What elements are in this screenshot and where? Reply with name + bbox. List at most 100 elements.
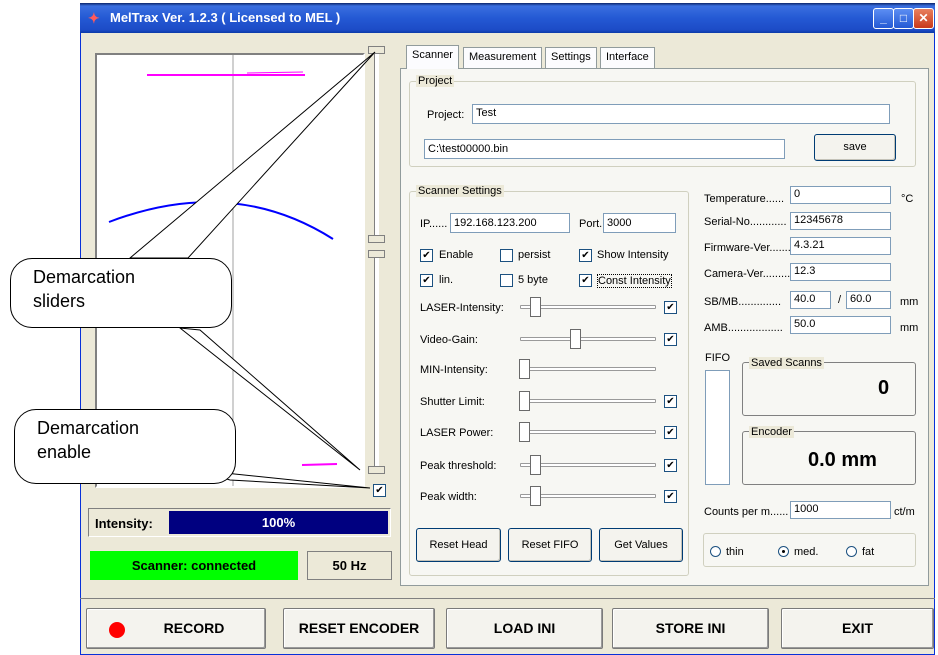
project-label: Project: xyxy=(427,109,465,121)
ip-input[interactable]: 192.168.123.200 xyxy=(450,213,570,233)
shutter-limit-checkbox[interactable] xyxy=(664,395,677,408)
record-button[interactable]: RECORD xyxy=(86,608,266,649)
five-byte-checkbox[interactable] xyxy=(500,274,513,287)
exit-button[interactable]: EXIT xyxy=(781,608,934,649)
persist-checkbox[interactable] xyxy=(500,249,513,262)
sbmb-label: SB/MB.............. xyxy=(704,296,782,308)
record-label: RECORD xyxy=(163,620,225,636)
med-label: med. xyxy=(794,546,819,558)
min-intensity-label: MIN-Intensity: xyxy=(420,364,488,376)
callout-sliders-text: Demarcation sliders xyxy=(33,267,136,311)
laser-power-track[interactable] xyxy=(520,430,656,434)
firmware-label: Firmware-Ver........ xyxy=(704,242,794,254)
store-ini-button[interactable]: STORE INI xyxy=(612,608,769,649)
med-radio[interactable] xyxy=(778,546,789,557)
temperature-unit: °C xyxy=(901,193,914,205)
enable-checkbox[interactable] xyxy=(420,249,433,262)
tab-scanner[interactable]: Scanner xyxy=(406,45,459,69)
laser-power-label: LASER Power: xyxy=(420,427,494,439)
lin-checkbox[interactable] xyxy=(420,274,433,287)
peak-width-checkbox[interactable] xyxy=(664,490,677,503)
peak-threshold-checkbox[interactable] xyxy=(664,459,677,472)
save-button[interactable]: save xyxy=(814,134,896,161)
fifo-level-bar xyxy=(705,370,730,485)
serial-input[interactable]: 12345678 xyxy=(790,212,891,230)
video-gain-label: Video-Gain: xyxy=(420,334,478,346)
enable-label: Enable xyxy=(439,249,474,261)
intensity-label: Intensity: xyxy=(95,516,153,531)
tab-interface[interactable]: Interface xyxy=(600,47,655,68)
const-intensity-checkbox[interactable] xyxy=(579,274,592,287)
load-ini-button[interactable]: LOAD INI xyxy=(446,608,603,649)
peak-width-label: Peak width: xyxy=(420,491,477,503)
amb-label: AMB.................. xyxy=(704,322,783,334)
amb-unit: mm xyxy=(900,322,919,334)
tab-measurement[interactable]: Measurement xyxy=(463,47,543,68)
callout-pointer-top xyxy=(128,51,376,259)
file-path-input[interactable]: C:\test00000.bin xyxy=(424,139,785,159)
five-byte-label: 5 byte xyxy=(518,274,548,286)
record-dot-icon xyxy=(109,622,125,638)
sbmb-separator: / xyxy=(838,294,842,306)
thin-label: thin xyxy=(726,546,744,558)
fifo-label: FIFO xyxy=(705,352,731,364)
reset-fifo-button[interactable]: Reset FIFO xyxy=(508,528,592,562)
firmware-input[interactable]: 4.3.21 xyxy=(790,237,891,255)
min-intensity-track[interactable] xyxy=(520,367,656,371)
frequency-display: 50 Hz xyxy=(307,551,392,580)
laser-intensity-thumb[interactable] xyxy=(530,297,541,317)
project-name-input[interactable]: Test xyxy=(472,104,890,124)
ip-label: IP...... xyxy=(420,218,448,230)
laser-power-thumb[interactable] xyxy=(519,422,530,442)
reset-encoder-button[interactable]: RESET ENCODER xyxy=(283,608,435,649)
port-input[interactable]: 3000 xyxy=(603,213,676,233)
serial-label: Serial-No............ xyxy=(704,216,787,228)
counts-label: Counts per m...... xyxy=(704,506,789,518)
laser-power-checkbox[interactable] xyxy=(664,426,677,439)
tab-settings[interactable]: Settings xyxy=(545,47,597,68)
scanner-settings-title: Scanner Settings xyxy=(416,185,504,197)
laser-intensity-label: LASER-Intensity: xyxy=(420,302,504,314)
sbmb-unit: mm xyxy=(900,296,919,308)
saved-scans-box xyxy=(742,362,916,416)
persist-label: persist xyxy=(518,249,551,261)
fat-radio[interactable] xyxy=(846,546,857,557)
mb-input[interactable]: 60.0 xyxy=(846,291,891,309)
get-values-button[interactable]: Get Values xyxy=(599,528,683,562)
temperature-input[interactable]: 0 xyxy=(790,186,891,204)
callout-enable-text: Demarcation enable xyxy=(37,418,140,462)
shutter-limit-track[interactable] xyxy=(520,399,656,403)
show-intensity-label: Show Intensity xyxy=(597,249,669,261)
port-label: Port. xyxy=(579,218,603,230)
intensity-bar: 100% xyxy=(169,511,388,534)
min-intensity-thumb[interactable] xyxy=(519,359,530,379)
amb-input[interactable]: 50.0 xyxy=(790,316,891,334)
intensity-frame: Intensity: 100% xyxy=(88,508,391,537)
fat-label: fat xyxy=(862,546,875,558)
encoder-title: Encoder xyxy=(749,426,794,438)
encoder-value: 0.0 mm xyxy=(808,449,877,471)
laser-intensity-checkbox[interactable] xyxy=(664,301,677,314)
shutter-limit-label: Shutter Limit: xyxy=(420,396,485,408)
video-gain-checkbox[interactable] xyxy=(664,333,677,346)
shutter-limit-thumb[interactable] xyxy=(519,391,530,411)
project-group-title: Project xyxy=(416,75,455,87)
med-radio-dot xyxy=(782,550,785,553)
camera-label: Camera-Ver.......... xyxy=(704,268,794,280)
bottom-bar-divider xyxy=(80,598,935,599)
callout-demarcation-sliders: Demarcation sliders xyxy=(10,258,232,328)
camera-input[interactable]: 12.3 xyxy=(790,263,891,281)
counts-input[interactable]: 1000 xyxy=(790,501,891,519)
video-gain-thumb[interactable] xyxy=(570,329,581,349)
video-gain-track[interactable] xyxy=(520,337,656,341)
lin-label: lin. xyxy=(439,274,454,286)
sb-input[interactable]: 40.0 xyxy=(790,291,831,309)
thin-radio[interactable] xyxy=(710,546,721,557)
peak-width-thumb[interactable] xyxy=(530,486,541,506)
peak-threshold-thumb[interactable] xyxy=(530,455,541,475)
reset-head-button[interactable]: Reset Head xyxy=(416,528,501,562)
counts-unit: ct/m xyxy=(894,506,915,518)
show-intensity-checkbox[interactable] xyxy=(579,249,592,262)
peak-threshold-label: Peak threshold: xyxy=(420,460,497,472)
saved-scans-count: 0 xyxy=(878,377,890,399)
